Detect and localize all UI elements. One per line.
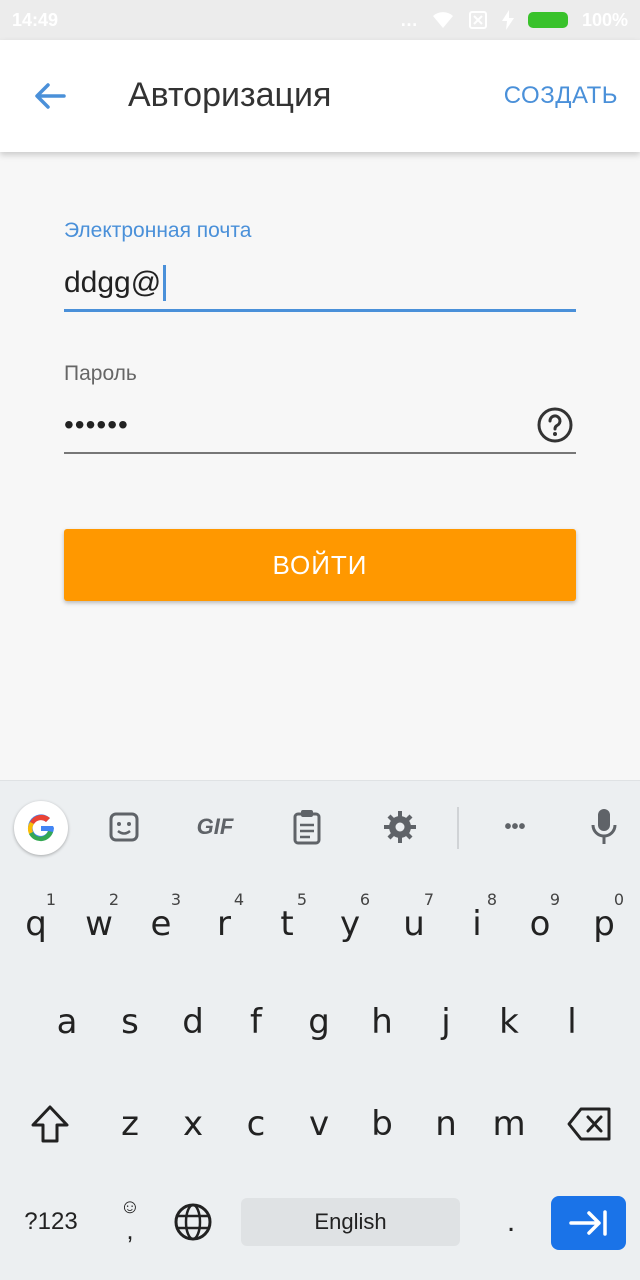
key-o[interactable]: 9o (510, 884, 570, 964)
key-z[interactable]: z (100, 1084, 160, 1164)
email-label: Электронная почта (64, 219, 252, 242)
key-y[interactable]: 6y (320, 884, 380, 964)
key-r[interactable]: 4r (194, 884, 254, 964)
key-i[interactable]: 8i (447, 884, 507, 964)
sticker-button[interactable] (100, 803, 148, 851)
tab-next-icon (568, 1210, 607, 1236)
key-k[interactable]: k (479, 982, 539, 1062)
voice-input-button[interactable] (580, 803, 628, 851)
app-bar: Авторизация СОЗДАТЬ (0, 40, 640, 152)
key-g[interactable]: g (289, 982, 349, 1062)
key-l[interactable]: l (542, 982, 602, 1062)
google-g-icon (27, 814, 54, 842)
key-m[interactable]: m (479, 1084, 539, 1164)
backspace-key[interactable] (558, 1084, 622, 1164)
key-c[interactable]: c (226, 1084, 286, 1164)
battery-icon (527, 12, 568, 28)
key-h[interactable]: h (352, 982, 412, 1062)
symbols-key[interactable]: ?123 (14, 1198, 88, 1246)
clipboard-button[interactable] (283, 803, 331, 851)
globe-icon (174, 1203, 212, 1241)
google-search-button[interactable] (14, 801, 68, 855)
no-sim-icon (468, 11, 487, 29)
login-button[interactable]: ВОЙТИ (64, 529, 576, 601)
password-field[interactable]: •••••• (64, 398, 576, 454)
key-n[interactable]: n (416, 1084, 476, 1164)
text-cursor (163, 264, 167, 301)
key-a[interactable]: a (37, 982, 97, 1062)
password-label: Пароль (64, 362, 137, 385)
gif-button[interactable]: GIF (191, 803, 239, 851)
keyboard-toolbar: GIF ••• (0, 780, 640, 870)
settings-button[interactable] (376, 803, 424, 851)
key-q[interactable]: 1q (6, 884, 66, 964)
comma-label: , (126, 1215, 134, 1245)
back-arrow-icon (35, 83, 66, 109)
key-b[interactable]: b (352, 1084, 412, 1164)
gear-icon (384, 811, 416, 843)
backspace-icon (567, 1107, 611, 1141)
password-value: •••••• (64, 409, 129, 440)
key-t[interactable]: 5t (257, 884, 317, 964)
soft-keyboard: GIF ••• 1q 2w 3 e 4 r 5 t 6 y 7 u 8 i 9 … (0, 780, 640, 1280)
wifi-icon (432, 12, 453, 28)
key-p[interactable]: 0p (574, 884, 634, 964)
shift-key[interactable] (20, 1084, 80, 1164)
email-field[interactable]: ddgg@ (64, 256, 576, 312)
clipboard-icon (293, 810, 321, 845)
key-w[interactable]: 2w (69, 884, 129, 964)
period-key[interactable]: . (488, 1194, 534, 1250)
key-s[interactable]: s (100, 982, 160, 1062)
page-title: Авторизация (128, 76, 332, 114)
create-account-button[interactable]: СОЗДАТЬ (504, 82, 618, 110)
battery-percent: 100% (581, 9, 628, 30)
gif-label: GIF (196, 814, 234, 839)
next-key[interactable] (551, 1196, 626, 1250)
status-bar: 14:49 … 100% (0, 0, 640, 40)
status-icons: … 100% (400, 10, 628, 31)
key-v[interactable]: v (289, 1084, 349, 1164)
signal-dots-icon: … (399, 9, 418, 30)
shift-arrow-icon (31, 1105, 69, 1143)
emoji-hint: ☺ (119, 1196, 141, 1218)
key-e[interactable]: 3e (131, 884, 191, 964)
question-circle-icon[interactable] (536, 406, 574, 444)
more-options-button[interactable]: ••• (491, 803, 539, 851)
key-j[interactable]: j (416, 982, 476, 1062)
status-time: 14:49 (12, 9, 59, 30)
space-key[interactable]: English (241, 1198, 460, 1246)
toolbar-divider (457, 807, 459, 849)
language-switch-key[interactable] (170, 1198, 216, 1246)
emoji-comma-key[interactable]: ☺ , (108, 1190, 152, 1250)
key-f[interactable]: f (226, 982, 286, 1062)
key-d[interactable]: d (163, 982, 223, 1062)
microphone-icon (591, 809, 617, 844)
sticker-icon (109, 812, 139, 842)
back-button[interactable] (26, 70, 74, 122)
charging-bolt-icon (501, 10, 514, 30)
key-x[interactable]: x (163, 1084, 223, 1164)
email-value: ddgg@ (64, 265, 162, 299)
key-u[interactable]: 7u (384, 884, 444, 964)
